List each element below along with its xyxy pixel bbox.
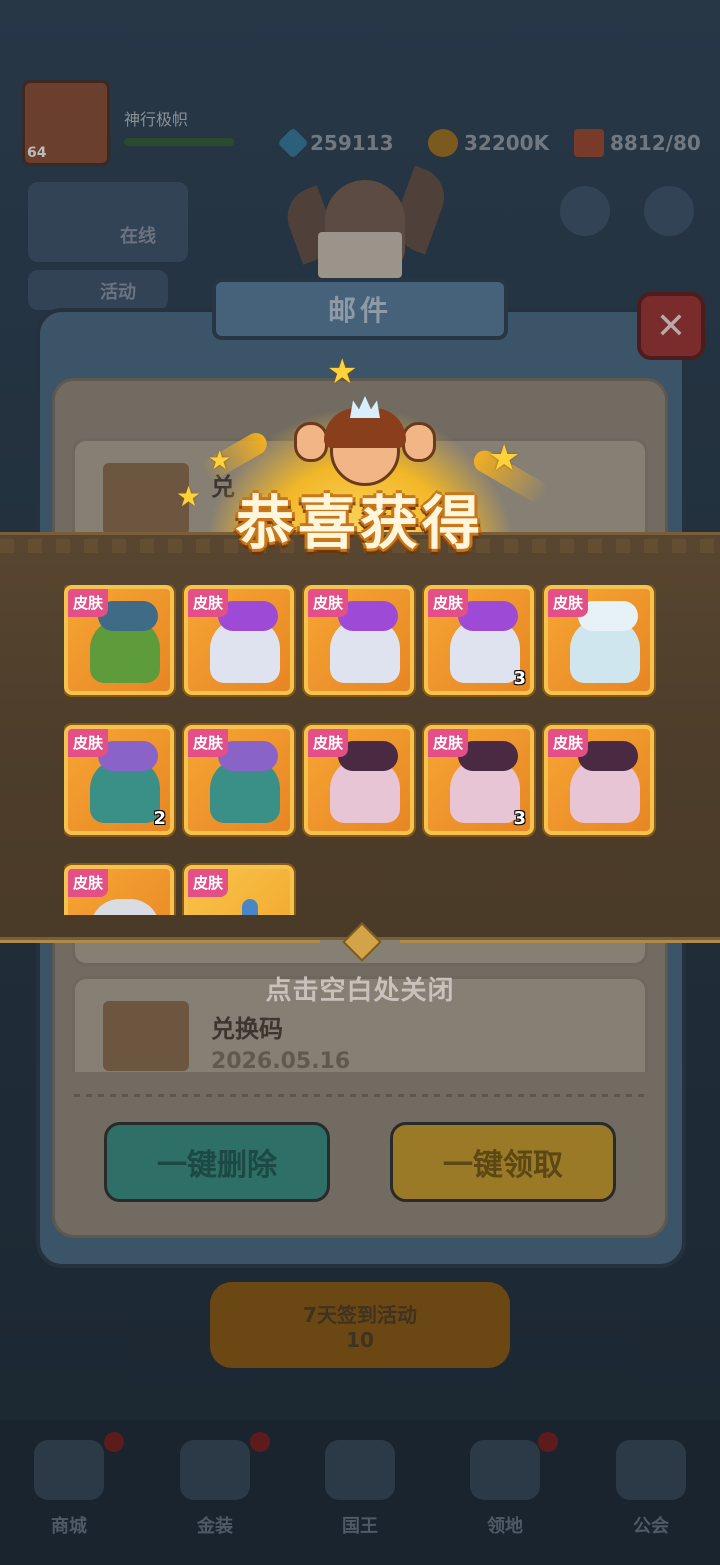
nav-label: 金装: [197, 1516, 233, 1537]
close-hint[interactable]: 点击空白处关闭: [0, 970, 720, 1007]
nav-label: 国王: [342, 1516, 378, 1537]
envelope-icon: [318, 232, 402, 278]
skin-tag: 皮肤: [188, 729, 229, 757]
item-count: 3: [513, 808, 526, 829]
reward-item[interactable]: 皮肤: [544, 725, 654, 835]
skin-tag: 皮肤: [308, 729, 349, 757]
reward-item[interactable]: 皮肤: [64, 585, 174, 695]
skin-tag: 皮肤: [428, 729, 469, 757]
star-icon: ★: [488, 438, 521, 479]
sign-in-banner[interactable]: 7天签到活动 10: [210, 1282, 510, 1368]
crown-icon: [350, 396, 380, 418]
energy-value: 8812/80: [610, 131, 701, 155]
nav-label: 公会: [633, 1516, 669, 1537]
list-divider: [74, 1094, 646, 1097]
coin-value: 32200K: [464, 131, 550, 155]
coin-counter[interactable]: 32200K: [428, 128, 549, 158]
mail-title-banner: 邮件: [212, 278, 508, 340]
nav-label: 领地: [487, 1516, 523, 1537]
skin-tag: 皮肤: [68, 729, 109, 757]
bg-label-activity: 活动: [100, 282, 136, 303]
reward-item[interactable]: 皮肤: [544, 585, 654, 695]
nav-guild[interactable]: 公会: [596, 1440, 706, 1550]
player-exp-bar: [124, 138, 234, 146]
skin-tag: 皮肤: [188, 589, 229, 617]
owl-mascot: [279, 165, 453, 280]
reward-item[interactable]: 皮肤: [304, 725, 414, 835]
nav-notification-dot: [250, 1432, 270, 1452]
nav-notification-dot: [104, 1432, 124, 1452]
skin-character: [90, 899, 160, 915]
crown-icon: [325, 1440, 395, 1500]
castle-icon: [470, 1440, 540, 1500]
sign-in-banner-text: 7天签到活动: [303, 1302, 417, 1327]
guild-icon: [616, 1440, 686, 1500]
reward-item[interactable]: 皮肤: [64, 865, 174, 915]
bg-event-chip: [28, 182, 188, 262]
equipment-icon: [180, 1440, 250, 1500]
bg-event-chip-2: [28, 270, 168, 310]
skin-tag: 皮肤: [428, 589, 469, 617]
skin-tag: 皮肤: [68, 589, 109, 617]
player-level: 64: [27, 145, 47, 161]
delete-all-button[interactable]: 一键删除: [104, 1122, 330, 1202]
diamond-counter[interactable]: 259113: [277, 127, 394, 159]
reward-item[interactable]: 皮肤 3: [424, 725, 534, 835]
nav-label: 商城: [51, 1516, 87, 1537]
diamond-icon: [277, 127, 309, 159]
mail-envelope-icon: [103, 1001, 189, 1071]
sign-in-banner-count: 10: [346, 1327, 374, 1352]
claim-all-button[interactable]: 一键领取: [390, 1122, 616, 1202]
nav-territory[interactable]: 领地: [450, 1440, 560, 1550]
nav-equipment[interactable]: 金装: [160, 1440, 270, 1550]
bg-side-icon-2: [644, 186, 694, 236]
energy-counter[interactable]: 8812/80: [574, 128, 701, 158]
band-line: [0, 940, 320, 943]
reward-title: 恭喜获得: [235, 489, 484, 557]
band-line: [400, 940, 720, 943]
star-icon: ★: [327, 352, 358, 392]
item-count: 3: [513, 668, 526, 689]
coin-icon: [428, 129, 458, 157]
nav-shop[interactable]: 商城: [14, 1440, 124, 1550]
bg-label-online: 在线: [120, 226, 156, 247]
reward-item[interactable]: 皮肤 2: [64, 725, 174, 835]
nav-notification-dot: [538, 1432, 558, 1452]
skin-tag: 皮肤: [308, 589, 349, 617]
player-name: 神行极帜: [124, 110, 189, 129]
reward-item[interactable]: 皮肤: [184, 585, 294, 695]
skin-tag: 皮肤: [188, 869, 229, 897]
staff-icon: [242, 899, 258, 915]
band-ornament: [320, 928, 400, 952]
mail-title: 邮件: [327, 294, 392, 327]
shop-icon: [34, 1440, 104, 1500]
nav-king[interactable]: 国王: [305, 1440, 415, 1550]
diamond-value: 259113: [310, 131, 394, 155]
reward-grid: 皮肤 皮肤 皮肤 皮肤 3 皮肤 皮肤 2 皮肤 皮肤 皮肤 3 皮肤 皮肤 皮…: [64, 585, 664, 915]
close-icon[interactable]: ✕: [637, 292, 705, 360]
skin-tag: 皮肤: [548, 589, 589, 617]
reward-item[interactable]: 皮肤: [184, 725, 294, 835]
mail-item-date: 2026.05.16: [211, 1049, 351, 1074]
player-avatar[interactable]: 64: [22, 80, 110, 166]
reward-item[interactable]: 皮肤: [304, 585, 414, 695]
skin-tag: 皮肤: [548, 729, 589, 757]
mail-item-title: 兑换码: [211, 1015, 283, 1043]
energy-icon: [574, 129, 604, 157]
item-count: 2: [153, 808, 166, 829]
star-icon: ★: [208, 446, 232, 476]
reward-item[interactable]: 皮肤 3: [424, 585, 534, 695]
bg-side-icon: [560, 186, 610, 236]
reward-item[interactable]: 皮肤: [184, 865, 294, 915]
skin-tag: 皮肤: [68, 869, 109, 897]
